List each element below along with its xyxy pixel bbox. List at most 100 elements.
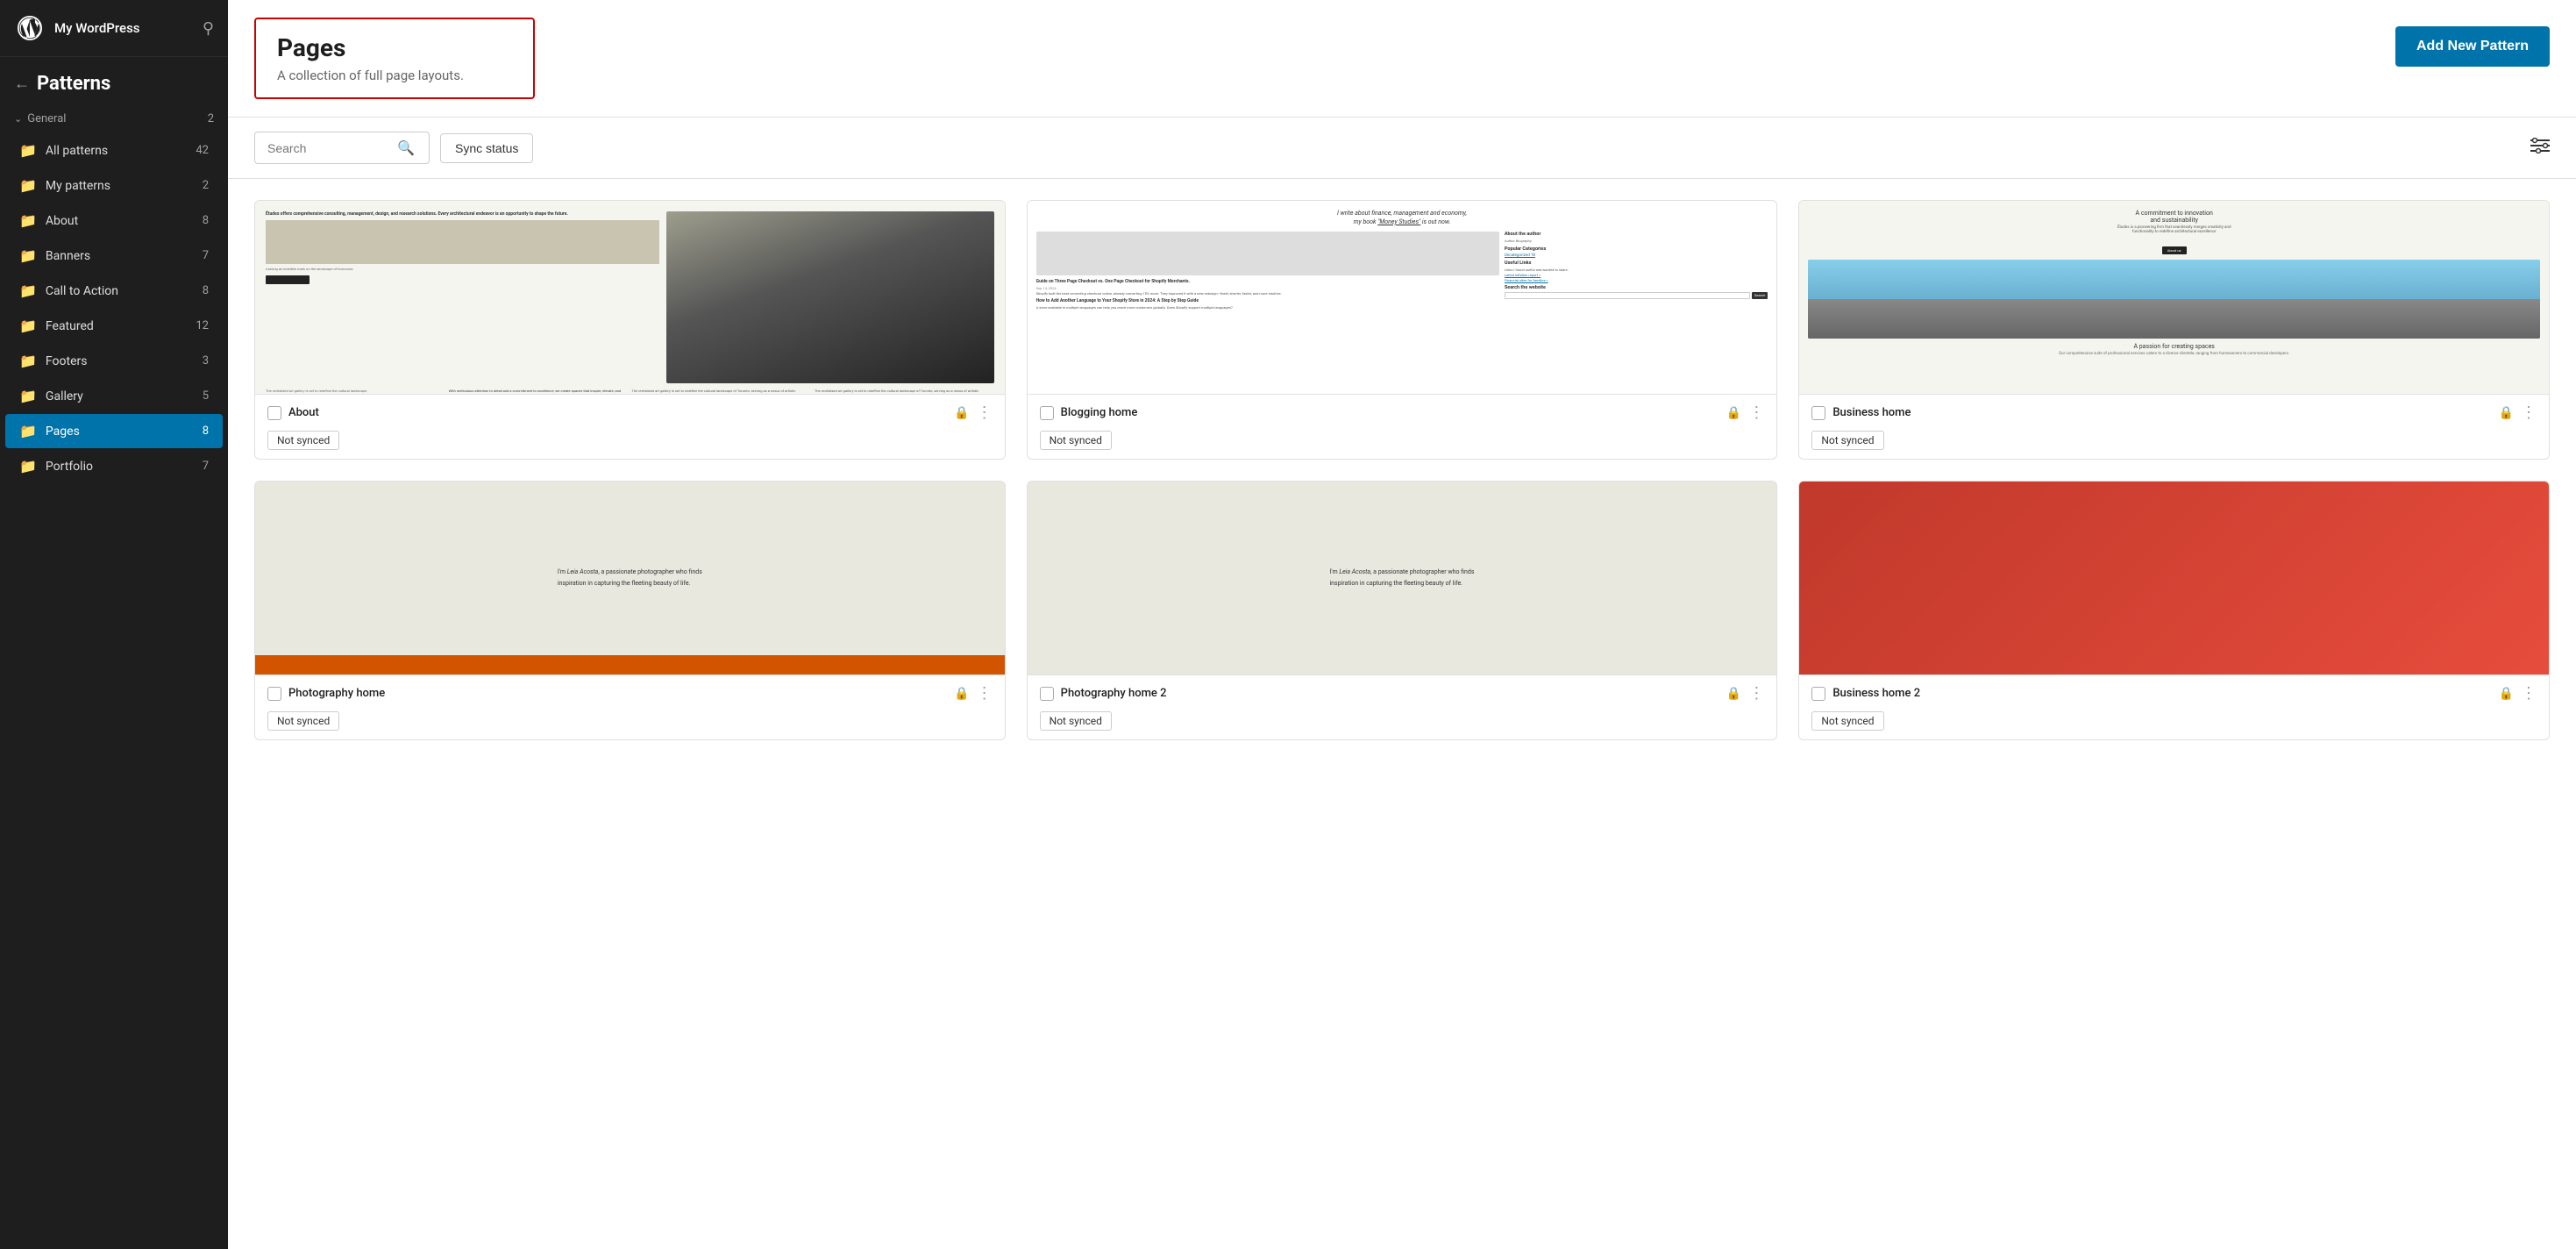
sidebar-item-my-patterns[interactable]: 📁 My patterns 2 (5, 168, 223, 203)
pattern-name-photo-2: Photography home 2 (1061, 687, 1719, 700)
pattern-name-business-home: Business home (1832, 406, 2491, 419)
pattern-card-photo-1: I'm Leia Acosta, a passionate photograph… (254, 481, 1006, 740)
lock-icon: 🔒 (2499, 687, 2514, 701)
sidebar-item-pages[interactable]: 📁 Pages 8 (5, 414, 223, 448)
sidebar-item-call-to-action[interactable]: 📁 Call to Action 8 (5, 274, 223, 308)
sidebar-item-banners[interactable]: 📁 Banners 7 (5, 239, 223, 273)
search-icon[interactable]: ⚲ (203, 19, 214, 38)
back-arrow-icon[interactable]: ← (14, 75, 30, 93)
pattern-checkbox-business-home-2[interactable] (1811, 687, 1825, 701)
nav-item-label: Call to Action (46, 284, 194, 298)
pattern-name-blogging-home: Blogging home (1061, 406, 1719, 419)
nav-item-label: Footers (46, 354, 194, 368)
pattern-checkbox-business-home[interactable] (1811, 406, 1825, 420)
nav-item-label: Featured (46, 319, 187, 333)
section-count: 2 (208, 112, 214, 125)
pattern-card-business-home: A commitment to innovationand sustainabi… (1798, 200, 2550, 460)
more-options-icon[interactable]: ⋮ (977, 684, 993, 703)
pattern-footer-business-home-2: Business home 2 🔒 ⋮ (1799, 674, 2549, 711)
sync-badge-business-home-2: Not synced (1811, 711, 1883, 731)
nav-item-count: 8 (203, 214, 209, 227)
sync-badge-blogging-home: Not synced (1040, 431, 1112, 450)
nav-item-count: 12 (196, 319, 209, 332)
nav-item-label: Portfolio (46, 460, 194, 474)
sync-badge-photo-2: Not synced (1040, 711, 1112, 731)
pattern-checkbox-photo-2[interactable] (1040, 687, 1054, 701)
nav-item-label: Banners (46, 249, 194, 263)
nav-item-count: 5 (203, 389, 209, 403)
sync-badge-photo-1: Not synced (267, 711, 339, 731)
nav-item-label: All patterns (46, 144, 187, 158)
sync-badge-about: Not synced (267, 431, 339, 450)
sidebar-item-about[interactable]: 📁 About 8 (5, 203, 223, 238)
folder-icon: 📁 (19, 388, 37, 404)
main-content: Pages A collection of full page layouts.… (228, 0, 2576, 1249)
folder-icon: 📁 (19, 282, 37, 299)
pattern-card-photo-2: I'm Leia Acosta, a passionate photograph… (1027, 481, 1778, 740)
nav-item-label: My patterns (46, 179, 194, 193)
page-header-box: Pages A collection of full page layouts. (254, 18, 535, 99)
folder-icon: 📁 (19, 142, 37, 159)
pattern-card-about: Études offers comprehensive consulting, … (254, 200, 1006, 460)
more-options-icon[interactable]: ⋮ (2521, 403, 2537, 422)
page-title: Pages (277, 33, 512, 62)
pattern-checkbox-about[interactable] (267, 406, 281, 420)
sidebar-back: ← Patterns (0, 57, 228, 103)
pattern-preview-photo-2: I'm Leia Acosta, a passionate photograph… (1028, 482, 1777, 674)
pattern-preview-photo-1: I'm Leia Acosta, a passionate photograph… (255, 482, 1005, 674)
pattern-footer-photo-1: Photography home 🔒 ⋮ (255, 674, 1005, 711)
pattern-card-business-home-2: Business home 2 🔒 ⋮ Not synced (1798, 481, 2550, 740)
pattern-footer-photo-2: Photography home 2 🔒 ⋮ (1028, 674, 1777, 711)
sidebar-item-footers[interactable]: 📁 Footers 3 (5, 344, 223, 378)
search-input[interactable] (267, 141, 390, 155)
sync-status-button[interactable]: Sync status (440, 133, 533, 163)
sync-badge-business-home: Not synced (1811, 431, 1883, 450)
search-magnifier-icon: 🔍 (397, 139, 415, 156)
nav-item-count: 2 (203, 179, 209, 192)
sidebar-item-portfolio[interactable]: 📁 Portfolio 7 (5, 449, 223, 483)
pattern-card-blogging-home: I write about finance, management and ec… (1027, 200, 1778, 460)
page-description: A collection of full page layouts. (277, 68, 512, 83)
more-options-icon[interactable]: ⋮ (977, 403, 993, 422)
sidebar-item-featured[interactable]: 📁 Featured 12 (5, 309, 223, 343)
nav-item-count: 8 (203, 425, 209, 438)
pattern-preview-blogging-home: I write about finance, management and ec… (1028, 201, 1777, 394)
wp-logo (14, 12, 46, 44)
sidebar-title: Patterns (37, 73, 110, 95)
nav-item-count: 7 (203, 460, 209, 473)
lock-icon: 🔒 (954, 687, 969, 701)
nav-item-count: 7 (203, 249, 209, 262)
toolbar: 🔍 Sync status (228, 118, 2576, 179)
pattern-name-photo-1: Photography home (288, 687, 947, 700)
nav-item-label: Gallery (46, 389, 194, 403)
nav-item-label: About (46, 214, 194, 228)
sidebar-item-gallery[interactable]: 📁 Gallery 5 (5, 379, 223, 413)
site-name: My WordPress (54, 20, 203, 36)
more-options-icon[interactable]: ⋮ (1748, 403, 1764, 422)
pattern-preview-about: Études offers comprehensive consulting, … (255, 201, 1005, 394)
folder-icon: 📁 (19, 212, 37, 229)
folder-icon: 📁 (19, 353, 37, 369)
nav-item-count: 42 (196, 144, 209, 157)
filter-icon[interactable] (2530, 138, 2550, 158)
pattern-checkbox-blogging-home[interactable] (1040, 406, 1054, 420)
folder-icon: 📁 (19, 318, 37, 334)
pattern-checkbox-photo-1[interactable] (267, 687, 281, 701)
lock-icon: 🔒 (1726, 406, 1741, 420)
folder-icon: 📁 (19, 177, 37, 194)
nav-item-label: Pages (46, 425, 194, 439)
folder-icon: 📁 (19, 423, 37, 439)
sidebar: My WordPress ⚲ ← Patterns ⌄ General 2 📁 … (0, 0, 228, 1249)
folder-icon: 📁 (19, 247, 37, 264)
more-options-icon[interactable]: ⋮ (2521, 684, 2537, 703)
nav-item-count: 8 (203, 284, 209, 297)
pattern-footer-blogging-home: Blogging home 🔒 ⋮ (1028, 394, 1777, 431)
sidebar-section: ⌄ General 2 (0, 103, 228, 132)
pattern-grid: Études offers comprehensive consulting, … (228, 179, 2576, 761)
lock-icon: 🔒 (954, 406, 969, 420)
add-new-pattern-button[interactable]: Add New Pattern (2395, 26, 2550, 67)
sidebar-item-all-patterns[interactable]: 📁 All patterns 42 (5, 133, 223, 168)
pattern-name-about: About (288, 406, 947, 419)
search-box[interactable]: 🔍 (254, 132, 430, 164)
more-options-icon[interactable]: ⋮ (1748, 684, 1764, 703)
